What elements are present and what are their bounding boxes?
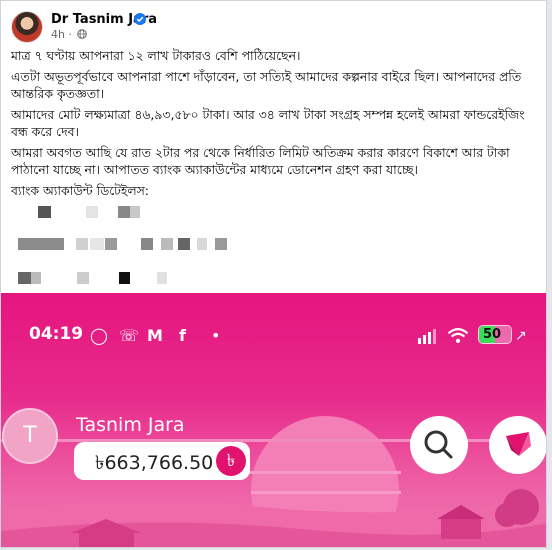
balance-pill[interactable]: ৳663,766.50 ৳	[74, 442, 250, 480]
bkash-bird-icon	[506, 432, 531, 456]
facebook-icon: f	[179, 326, 186, 345]
gmail-icon: M	[147, 326, 163, 345]
signal-icon	[418, 329, 436, 344]
redaction-block	[105, 238, 117, 250]
post-paragraph: আমাদের মোট লক্ষ্যমাত্রা ৪৬,৯৩,৫৮০ টাকা। …	[11, 107, 525, 139]
verified-badge-icon	[134, 13, 146, 25]
post-meta: 4h ·	[51, 28, 88, 41]
post-paragraph: এতটা অভূতপূর্বভাবে আপনারা পাশে দাঁড়াবেন…	[11, 69, 522, 101]
redaction-block	[130, 206, 140, 218]
redaction-block	[38, 206, 51, 218]
redaction-block	[76, 238, 88, 250]
post-paragraph: মাত্র ৭ ঘণ্টায় আপনারা ১২ লাখ টাকারও বেশ…	[11, 48, 301, 63]
charging-icon: ↗	[515, 328, 527, 344]
wifi-icon	[447, 328, 469, 343]
redaction-block	[119, 272, 130, 284]
redaction-block	[86, 206, 98, 218]
redaction-block	[215, 238, 227, 250]
redaction-block	[178, 238, 190, 250]
whatsapp-icon: ◯	[90, 326, 108, 345]
facebook-post: Dr Tasnim Jara 4h · মাত্র ৭ ঘণ্টায় আপনা…	[0, 0, 547, 548]
bkash-screenshot: 04:19 ◯ ☏ M f • 50 ↗ T Tasnim Jara ৳663,…	[1, 293, 546, 547]
post-text: মাত্র ৭ ঘণ্টায় আপনারা ১২ লাখ টাকারও বেশ…	[11, 47, 531, 203]
redaction-block	[157, 272, 167, 284]
redaction-block	[90, 238, 104, 250]
redaction-block	[18, 238, 64, 250]
account-name: Tasnim Jara	[76, 414, 185, 436]
redaction-block	[141, 238, 153, 250]
post-paragraph: আমরা অবগত আছি যে রাত ২টার পর থেকে নির্ধা…	[11, 145, 510, 177]
phone-status-bar: 04:19 ◯ ☏ M f • 50 ↗	[29, 324, 528, 348]
redaction-block	[118, 206, 130, 218]
globe-icon	[77, 29, 88, 39]
taka-icon[interactable]: ৳	[216, 446, 246, 476]
redaction-block	[18, 272, 31, 284]
author-avatar[interactable]	[11, 11, 43, 43]
redaction-block	[161, 238, 173, 250]
battery-indicator: 50	[478, 325, 512, 344]
redaction-block	[31, 272, 41, 284]
user-avatar[interactable]: T	[2, 408, 58, 464]
balance-amount: ৳663,766.50	[95, 452, 214, 474]
post-time[interactable]: 4h	[51, 28, 65, 41]
more-dot-icon: •	[211, 326, 221, 345]
bkash-menu-button[interactable]	[489, 416, 546, 474]
missed-call-icon: ☏	[119, 326, 140, 345]
post-paragraph: ব্যাংক অ্যাকাউন্ট ডিটেইলস:	[11, 183, 149, 198]
search-icon	[424, 430, 453, 459]
redaction-block	[197, 238, 207, 250]
battery-level: 50	[483, 327, 502, 342]
search-button[interactable]	[410, 416, 468, 474]
redaction-block	[77, 272, 89, 284]
status-clock: 04:19	[29, 324, 84, 344]
